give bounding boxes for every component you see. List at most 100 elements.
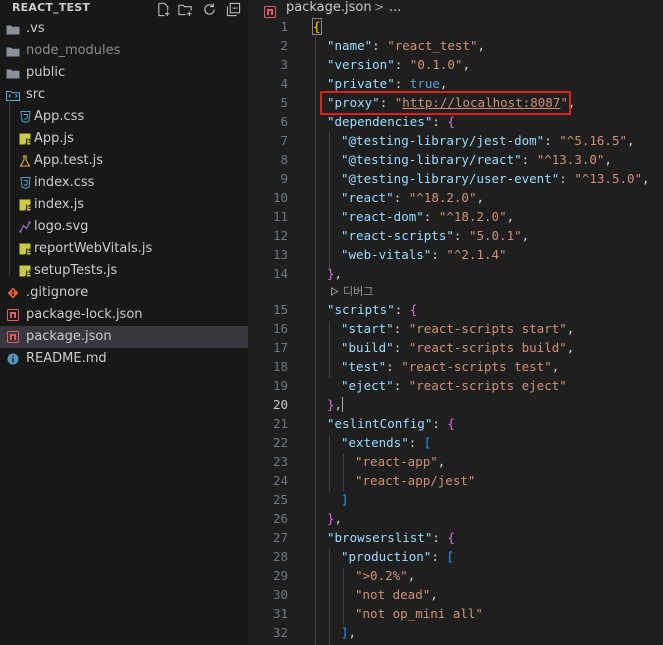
json-url-link[interactable]: http://localhost:8087 bbox=[402, 95, 560, 110]
code-line[interactable]: 25] bbox=[248, 490, 663, 509]
file-item-package-lock-json[interactable]: package-lock.json bbox=[0, 304, 248, 326]
json-key: "@testing-library/user-event" bbox=[341, 171, 560, 186]
code-line[interactable]: 22 "extends": [ bbox=[248, 433, 663, 452]
json-punctuation: : bbox=[521, 152, 537, 167]
code-line[interactable]: 13 "web-vitals": "^2.1.4" bbox=[248, 245, 663, 264]
json-punctuation: , bbox=[439, 76, 448, 91]
file-item-app-test-js[interactable]: App.test.js bbox=[0, 150, 248, 172]
json-punctuation: : bbox=[394, 76, 410, 91]
code-line[interactable]: 18 "test": "react-scripts test", bbox=[248, 357, 663, 376]
svg-text:JS: JS bbox=[25, 269, 32, 277]
json-key: "name" bbox=[327, 38, 373, 53]
js-icon: JS bbox=[18, 243, 32, 255]
tree-item-label: package.json bbox=[26, 329, 112, 344]
folder-item-public[interactable]: public bbox=[0, 62, 248, 84]
code-line[interactable]: 26}, bbox=[248, 509, 663, 528]
code-line[interactable]: 16 "start": "react-scripts start", bbox=[248, 319, 663, 338]
file-item-gitignore[interactable]: .gitignore bbox=[0, 282, 248, 304]
explorer-tree: .vs node_modules public src App.css JS App.js A… bbox=[0, 18, 248, 370]
folder-item-node-modules[interactable]: node_modules bbox=[0, 40, 248, 62]
code-line[interactable]: 3 "version": "0.1.0", bbox=[248, 55, 663, 74]
code-line[interactable]: 10 "react": "^18.2.0", bbox=[248, 188, 663, 207]
code-line[interactable]: 24 "react-app/jest" bbox=[248, 471, 663, 490]
json-punctuation: : bbox=[544, 133, 560, 148]
file-item-index-css[interactable]: index.css bbox=[0, 172, 248, 194]
file-item-package-json[interactable]: package.json bbox=[0, 326, 248, 348]
file-item-readme-md[interactable]: README.md bbox=[0, 348, 248, 370]
json-punctuation: } bbox=[327, 511, 335, 526]
json-key: "eslintConfig" bbox=[327, 416, 433, 431]
npm-lock-icon bbox=[6, 309, 20, 321]
svg-icon bbox=[18, 221, 32, 233]
line-number: 7 bbox=[280, 133, 288, 148]
code-line[interactable]: 20}, bbox=[248, 395, 663, 414]
explorer-title[interactable]: REACT_TEST bbox=[12, 1, 90, 14]
json-string: "react-app/jest" bbox=[355, 473, 476, 488]
tree-item-label: logo.svg bbox=[34, 219, 89, 234]
breadcrumb-more[interactable]: ... bbox=[389, 0, 401, 15]
json-punctuation: , bbox=[334, 266, 343, 281]
json-punctuation: : bbox=[393, 190, 409, 205]
folder-item-vs[interactable]: .vs bbox=[0, 18, 248, 40]
code-line[interactable]: 31 "not op_mini all" bbox=[248, 604, 663, 623]
json-punctuation: } bbox=[327, 397, 335, 412]
file-item-app-js[interactable]: JS App.js bbox=[0, 128, 248, 150]
file-item-app-css[interactable]: App.css bbox=[0, 106, 248, 128]
folder-item-src[interactable]: src bbox=[0, 84, 248, 106]
refresh-icon[interactable] bbox=[200, 0, 218, 18]
collapse-all-icon[interactable] bbox=[224, 0, 242, 18]
json-punctuation: : bbox=[372, 38, 388, 53]
json-punctuation: : bbox=[386, 359, 402, 374]
code-line[interactable]: 27 "browserslist": { bbox=[248, 528, 663, 547]
debug-codelens[interactable]: 디버그 bbox=[330, 283, 373, 300]
svg-text:JS: JS bbox=[25, 247, 32, 255]
code-line[interactable]: 28 "production": [ bbox=[248, 547, 663, 566]
code-line[interactable]: 7 "@testing-library/jest-dom": "^5.16.5", bbox=[248, 131, 663, 150]
json-punctuation: { bbox=[409, 302, 418, 317]
breadcrumb-file[interactable]: package.json bbox=[286, 0, 372, 15]
json-punctuation: , bbox=[566, 340, 575, 355]
code-line[interactable]: 21 "eslintConfig": { bbox=[248, 414, 663, 433]
code-line[interactable]: 29 ">0.2%", bbox=[248, 566, 663, 585]
code-text: "not dead", bbox=[355, 585, 438, 604]
file-item-index-js[interactable]: JS index.js bbox=[0, 194, 248, 216]
code-line[interactable]: 5 "proxy": "http://localhost:8087", bbox=[248, 93, 663, 112]
file-item-logo-svg[interactable]: logo.svg bbox=[0, 216, 248, 238]
code-line[interactable]: 9 "@testing-library/user-event": "^13.5.0… bbox=[248, 169, 663, 188]
file-item-setuptests-js[interactable]: JS setupTests.js bbox=[0, 260, 248, 282]
json-punctuation: , bbox=[477, 38, 486, 53]
json-string: "react-scripts build" bbox=[408, 340, 567, 355]
code-line[interactable]: 19 "eject": "react-scripts eject" bbox=[248, 376, 663, 395]
code-line[interactable]: 8 "@testing-library/react": "^13.3.0", bbox=[248, 150, 663, 169]
json-string: "5.0.1" bbox=[468, 228, 522, 243]
code-text: "react": "^18.2.0", bbox=[341, 188, 484, 207]
code-text: "@testing-library/react": "^13.3.0", bbox=[341, 150, 612, 169]
line-number: 29 bbox=[272, 568, 288, 583]
code-line[interactable]: 12 "react-scripts": "5.0.1", bbox=[248, 226, 663, 245]
play-icon bbox=[330, 285, 343, 298]
code-line[interactable]: 14}, bbox=[248, 264, 663, 283]
code-line[interactable]: 23 "react-app", bbox=[248, 452, 663, 471]
code-line[interactable]: 1{ bbox=[248, 17, 663, 36]
code-line[interactable]: 6 "dependencies": { bbox=[248, 112, 663, 131]
line-number: 27 bbox=[272, 530, 288, 545]
file-item-reportwebvitals-js[interactable]: JS reportWebVitals.js bbox=[0, 238, 248, 260]
new-file-icon[interactable] bbox=[154, 0, 172, 18]
json-string: "react_test" bbox=[387, 38, 478, 53]
code-line[interactable]: 32], bbox=[248, 623, 663, 642]
line-number: 26 bbox=[272, 511, 288, 526]
js-icon: JS bbox=[18, 265, 32, 277]
code-line[interactable]: 17 "build": "react-scripts build", bbox=[248, 338, 663, 357]
json-key: "dependencies" bbox=[327, 114, 433, 129]
code-line[interactable]: 30 "not dead", bbox=[248, 585, 663, 604]
code-line[interactable]: 4 "private": true, bbox=[248, 74, 663, 93]
new-folder-icon[interactable] bbox=[176, 0, 194, 18]
code-lines[interactable]: 1{2 "name": "react_test", 3 "version": "0.1… bbox=[248, 17, 663, 642]
code-line[interactable]: 2 "name": "react_test", bbox=[248, 36, 663, 55]
json-punctuation: { bbox=[312, 18, 322, 35]
code-line[interactable]: 15 "scripts": { bbox=[248, 300, 663, 319]
line-number: 32 bbox=[272, 625, 288, 640]
code-line[interactable]: 11 "react-dom": "^18.2.0", bbox=[248, 207, 663, 226]
line-number: 23 bbox=[272, 454, 288, 469]
line-number: 18 bbox=[272, 359, 288, 374]
